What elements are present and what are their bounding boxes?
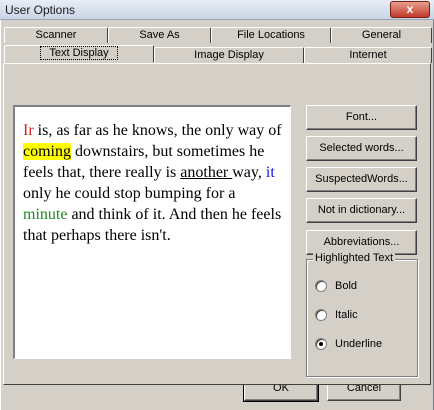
- highlighted-text-group: Highlighted Text Bold Italic Underline: [306, 252, 418, 377]
- selected-words-button[interactable]: Selected words...: [306, 136, 417, 161]
- not-in-dictionary-word: minute: [23, 206, 68, 223]
- preview-text-segment: only he could stop bumping for a: [23, 185, 236, 202]
- button-label: Abbreviations...: [323, 236, 400, 248]
- highlighted-word: coming: [23, 143, 71, 160]
- window-title: User Options: [5, 3, 76, 17]
- text-preview: Ir is, as far as he knows, the only way …: [13, 105, 291, 359]
- preview-text-segment: way,: [232, 164, 266, 181]
- tab-label: Text Display: [40, 46, 118, 60]
- radio-button-selected[interactable]: [315, 338, 327, 350]
- text-display-panel: Ir is, as far as he knows, the only way …: [3, 63, 431, 385]
- underlined-word: another: [180, 164, 233, 181]
- button-label: SuspectedWords...: [315, 173, 408, 185]
- user-options-dialog: Scanner Save As File Locations General T…: [0, 20, 434, 410]
- tab-label: Internet: [349, 49, 387, 61]
- close-button[interactable]: x: [390, 1, 430, 18]
- not-in-dictionary-button[interactable]: Not in dictionary...: [306, 198, 417, 223]
- tab-text-display[interactable]: Text Display: [4, 45, 154, 63]
- close-icon: x: [406, 2, 414, 16]
- tab-label: Save As: [139, 29, 180, 41]
- title-bar[interactable]: User Options x: [0, 0, 434, 20]
- radio-button[interactable]: [315, 309, 327, 321]
- preview-text-segment: is, as far as he knows, the only way of: [33, 122, 282, 139]
- tab-save-as[interactable]: Save As: [108, 27, 211, 43]
- button-label: Not in dictionary...: [317, 204, 406, 216]
- button-label: Font...: [345, 111, 378, 123]
- suspected-word: it: [265, 164, 275, 181]
- tab-internet[interactable]: Internet: [304, 47, 432, 63]
- misspelled-word: Ir: [23, 122, 34, 139]
- radio-label: Underline: [335, 338, 383, 350]
- button-label: Selected words...: [319, 142, 404, 154]
- tab-general[interactable]: General: [331, 27, 432, 43]
- group-label: Highlighted Text: [313, 252, 396, 264]
- radio-button[interactable]: [315, 280, 327, 292]
- tab-label: Scanner: [35, 29, 77, 41]
- tab-scanner[interactable]: Scanner: [4, 27, 108, 43]
- tab-image-display[interactable]: Image Display: [154, 47, 304, 63]
- preview-text: Ir is, as far as he knows, the only way …: [23, 120, 282, 246]
- tab-label: File Locations: [237, 29, 305, 41]
- font-button[interactable]: Font...: [306, 105, 417, 130]
- radio-label: Bold: [335, 280, 358, 292]
- suspected-words-button[interactable]: SuspectedWords...: [306, 167, 417, 192]
- tab-file-locations[interactable]: File Locations: [211, 27, 331, 43]
- tab-label: General: [361, 29, 402, 41]
- tab-label: Image Display: [194, 49, 264, 61]
- radio-label: Italic: [335, 309, 358, 321]
